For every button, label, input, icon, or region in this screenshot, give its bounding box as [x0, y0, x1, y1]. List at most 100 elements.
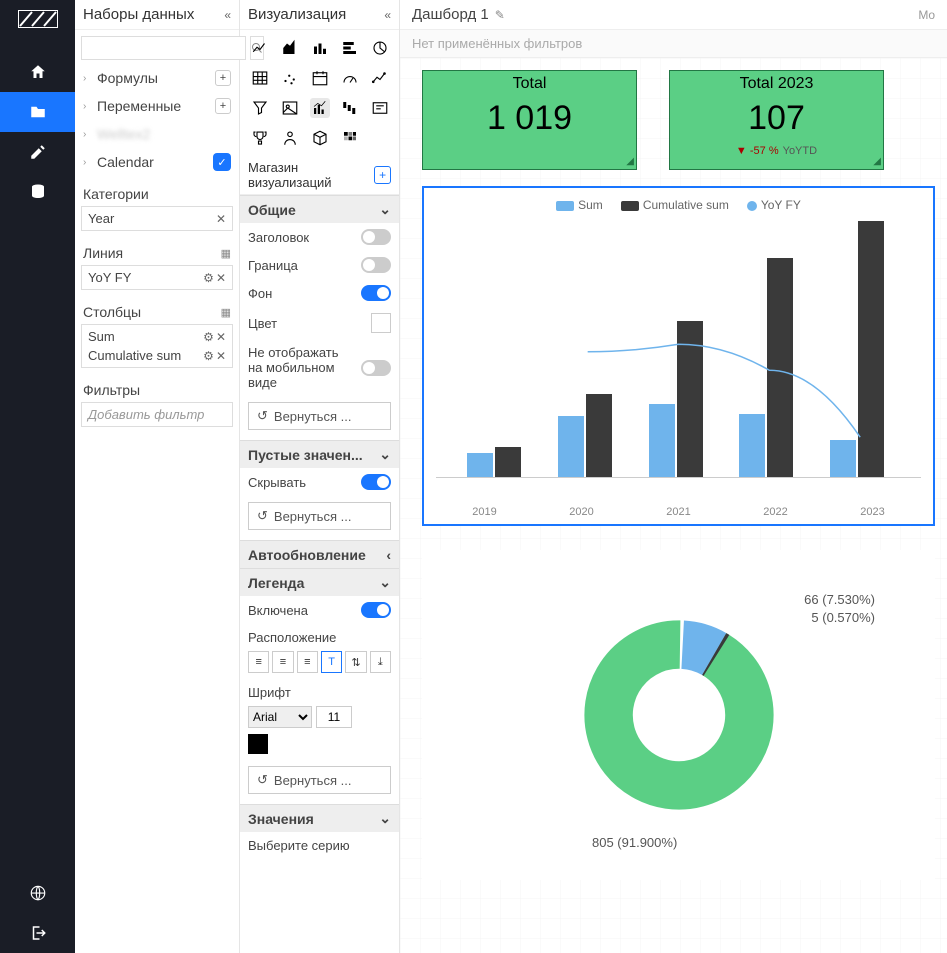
viz-line-icon[interactable] — [250, 38, 270, 58]
collapse-viz-icon[interactable]: « — [384, 8, 391, 22]
nav-logout[interactable] — [0, 913, 75, 953]
nav-language[interactable] — [0, 873, 75, 913]
tree-dataset-hidden[interactable]: ›Welltex2 — [83, 120, 231, 148]
resize-handle-icon[interactable]: ◢ — [873, 156, 881, 167]
nav-database[interactable] — [0, 172, 75, 212]
columns-dropzone[interactable]: Sum⚙✕ Cumulative sum⚙✕ — [81, 324, 233, 368]
collapse-datasets-icon[interactable]: « — [224, 8, 231, 22]
remove-icon[interactable]: ✕ — [216, 330, 226, 344]
font-color-swatch[interactable] — [248, 734, 268, 754]
gear-icon[interactable]: ⚙ — [203, 349, 214, 363]
undo-icon: ↺ — [257, 408, 268, 424]
prop-select-series-label: Выберите серию — [248, 838, 350, 853]
toggle-hidemobile[interactable] — [361, 360, 391, 376]
pill-year[interactable]: Year✕ — [84, 209, 230, 228]
donut-label-1: 5 (0.570%) — [811, 610, 875, 625]
viz-pie-icon[interactable] — [370, 38, 390, 58]
pill-yoyfy[interactable]: YoY FY⚙✕ — [84, 268, 230, 287]
grid-icon[interactable]: ▦ — [221, 306, 231, 319]
categories-dropzone[interactable]: Year✕ — [81, 206, 233, 231]
add-filter-input[interactable]: Добавить фильтр — [81, 402, 233, 427]
add-formula-icon[interactable]: + — [215, 70, 231, 86]
pos-center[interactable]: ≡ — [272, 651, 293, 673]
reset-common-button[interactable]: ↺Вернуться ... — [248, 402, 391, 430]
prop-font-label: Шрифт — [248, 685, 291, 700]
donut-label-2: 805 (91.900%) — [592, 835, 677, 850]
pill-sum[interactable]: Sum⚙✕ — [84, 327, 230, 346]
donut-chart[interactable]: 66 (7.530%) 5 (0.570%) 805 (91.900%) — [422, 550, 935, 880]
viz-trophy-icon[interactable] — [250, 128, 270, 148]
section-autorefresh[interactable]: Автообновление‹ — [240, 540, 399, 568]
remove-icon[interactable]: ✕ — [216, 349, 226, 363]
kpi-total-2023[interactable]: Total 2023 107 ▼ -57 %YoYTD ◢ — [669, 70, 884, 170]
viz-scatter-icon[interactable] — [280, 68, 300, 88]
remove-icon[interactable]: ✕ — [216, 212, 226, 226]
grid-icon[interactable]: ▦ — [221, 247, 231, 260]
viz-shop-add-icon[interactable]: + — [374, 166, 391, 184]
check-icon[interactable]: ✓ — [213, 153, 231, 171]
remove-icon[interactable]: ✕ — [216, 271, 226, 285]
viz-calendar-icon[interactable] — [310, 68, 330, 88]
edit-title-icon[interactable]: ✎ — [495, 8, 505, 22]
viz-table-icon[interactable] — [250, 68, 270, 88]
chart-legend: Sum Cumulative sum YoY FY — [436, 198, 921, 212]
toggle-background[interactable] — [361, 285, 391, 301]
filters-title: Фильтры — [83, 382, 140, 398]
reset-legend-button[interactable]: ↺Вернуться ... — [248, 766, 391, 794]
toggle-hideempty[interactable] — [361, 474, 391, 490]
gear-icon[interactable]: ⚙ — [203, 271, 214, 285]
color-swatch[interactable] — [371, 313, 391, 333]
viz-combo-icon[interactable] — [310, 98, 330, 118]
combo-chart[interactable]: Sum Cumulative sum YoY FY 20192020202120… — [422, 186, 935, 526]
line-dropzone[interactable]: YoY FY⚙✕ — [81, 265, 233, 290]
section-common[interactable]: Общие⌄ — [240, 195, 399, 223]
tree-variables[interactable]: ›Переменные+ — [83, 92, 231, 120]
nav-home[interactable] — [0, 52, 75, 92]
add-variable-icon[interactable]: + — [215, 98, 231, 114]
nav-folder[interactable] — [0, 92, 75, 132]
viz-hbar-icon[interactable] — [340, 38, 360, 58]
chevron-down-icon: ⌄ — [379, 446, 391, 463]
tree-calendar[interactable]: ›Calendar✓ — [83, 148, 231, 176]
pos-right[interactable]: ≡ — [297, 651, 318, 673]
line-title: Линия — [83, 245, 123, 261]
section-empty[interactable]: Пустые значен...⌄ — [240, 440, 399, 468]
viz-trend-icon[interactable] — [370, 68, 390, 88]
resize-handle-icon[interactable]: ◢ — [626, 156, 634, 167]
nav-settings[interactable] — [0, 132, 75, 172]
datasets-search-input[interactable] — [81, 36, 246, 60]
viz-funnel-icon[interactable] — [250, 98, 270, 118]
toggle-header[interactable] — [361, 229, 391, 245]
tree-formulas[interactable]: ›Формулы+ — [83, 64, 231, 92]
gear-icon[interactable]: ⚙ — [203, 330, 214, 344]
chevron-left-icon: ‹ — [386, 547, 391, 563]
pos-top[interactable]: T — [321, 651, 342, 673]
font-select[interactable]: Arial — [248, 706, 312, 728]
viz-cube-icon[interactable] — [310, 128, 330, 148]
pos-left[interactable]: ≡ — [248, 651, 269, 673]
kpi-total[interactable]: Total 1 019 ◢ — [422, 70, 637, 170]
pos-middle[interactable]: ⇅ — [345, 651, 366, 673]
pill-cumsum[interactable]: Cumulative sum⚙✕ — [84, 346, 230, 365]
chevron-down-icon: ⌄ — [379, 574, 391, 591]
prop-legend-position-label: Расположение — [248, 630, 336, 645]
section-legend[interactable]: Легенда⌄ — [240, 568, 399, 596]
viz-bar-icon[interactable] — [310, 38, 330, 58]
viz-waterfall-icon[interactable] — [340, 98, 360, 118]
viz-text-icon[interactable] — [370, 98, 390, 118]
section-values[interactable]: Значения⌄ — [240, 804, 399, 832]
viz-image-icon[interactable] — [280, 98, 300, 118]
reset-empty-button[interactable]: ↺Вернуться ... — [248, 502, 391, 530]
viz-heatmap-icon[interactable] — [340, 128, 360, 148]
prop-color-label: Цвет — [248, 316, 277, 331]
viz-area-icon[interactable] — [280, 38, 300, 58]
viz-gauge-icon[interactable] — [340, 68, 360, 88]
toggle-legend-enabled[interactable] — [361, 602, 391, 618]
pos-bottom[interactable]: ⤓ — [370, 651, 391, 673]
viz-person-icon[interactable] — [280, 128, 300, 148]
filter-bar: Нет применённых фильтров — [400, 30, 947, 58]
font-size-input[interactable] — [316, 706, 352, 728]
categories-title: Категории — [83, 186, 149, 202]
dashboard-title: Дашборд 1 — [412, 6, 489, 23]
toggle-border[interactable] — [361, 257, 391, 273]
